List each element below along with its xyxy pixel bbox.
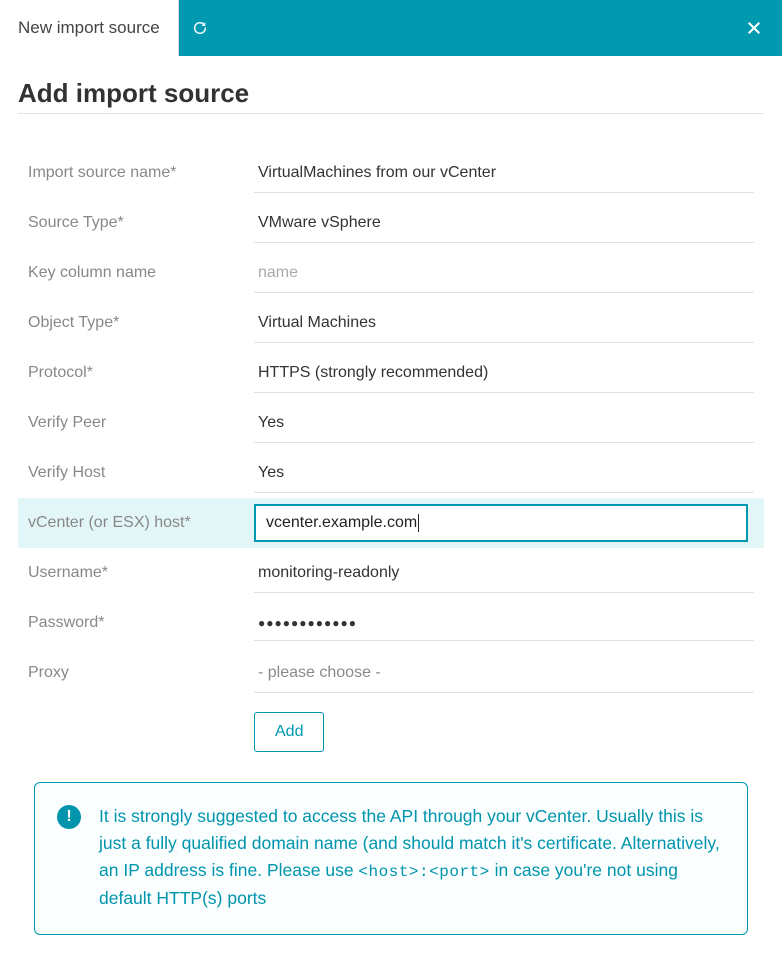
label-verify-host: Verify Host [28, 464, 254, 482]
info-text: It is strongly suggested to access the A… [99, 803, 725, 912]
verify-host-select[interactable]: Yes [254, 454, 754, 493]
label-proxy: Proxy [28, 664, 254, 682]
protocol-select[interactable]: HTTPS (strongly recommended) [254, 354, 754, 393]
page-title: Add import source [18, 78, 764, 109]
key-column-input[interactable] [254, 254, 754, 293]
label-verify-peer: Verify Peer [28, 414, 254, 432]
row-verify-peer: Verify Peer Yes [18, 398, 764, 448]
tab-label: New import source [18, 18, 160, 38]
row-protocol: Protocol* HTTPS (strongly recommended) [18, 348, 764, 398]
info-icon: ! [57, 805, 81, 829]
submit-row: Add [18, 712, 764, 752]
username-input[interactable] [254, 554, 754, 593]
row-host: vCenter (or ESX) host* vcenter.example.c… [18, 498, 764, 548]
host-input[interactable]: vcenter.example.com [254, 504, 748, 542]
info-box: ! It is strongly suggested to access the… [34, 782, 748, 935]
source-type-select[interactable]: VMware vSphere [254, 204, 754, 243]
topbar: New import source [0, 0, 782, 56]
label-host: vCenter (or ESX) host* [28, 514, 254, 532]
row-username: Username* [18, 548, 764, 598]
source-name-input[interactable] [254, 154, 754, 193]
close-button[interactable] [726, 0, 782, 56]
add-button[interactable]: Add [254, 712, 324, 752]
tab-new-import-source[interactable]: New import source [0, 0, 179, 56]
row-source-type: Source Type* VMware vSphere [18, 198, 764, 248]
label-username: Username* [28, 564, 254, 582]
divider [18, 113, 764, 114]
object-type-select[interactable]: Virtual Machines [254, 304, 754, 343]
close-icon [746, 20, 762, 36]
text-caret [418, 514, 419, 532]
host-input-value: vcenter.example.com [266, 514, 417, 532]
row-verify-host: Verify Host Yes [18, 448, 764, 498]
label-source-name: Import source name* [28, 164, 254, 182]
label-object-type: Object Type* [28, 314, 254, 332]
label-password: Password* [28, 614, 254, 632]
row-proxy: Proxy - please choose - [18, 648, 764, 698]
verify-peer-select[interactable]: Yes [254, 404, 754, 443]
row-password: Password* [18, 598, 764, 648]
refresh-icon [192, 20, 208, 36]
info-mono: <host>:<port> [358, 863, 489, 881]
import-source-form: Import source name* Source Type* VMware … [18, 148, 764, 752]
proxy-select[interactable]: - please choose - [254, 654, 754, 693]
row-object-type: Object Type* Virtual Machines [18, 298, 764, 348]
label-protocol: Protocol* [28, 364, 254, 382]
password-input[interactable] [254, 606, 754, 641]
row-source-name: Import source name* [18, 148, 764, 198]
row-key-column: Key column name [18, 248, 764, 298]
label-key-column: Key column name [28, 264, 254, 282]
refresh-button[interactable] [179, 0, 221, 56]
label-source-type: Source Type* [28, 214, 254, 232]
